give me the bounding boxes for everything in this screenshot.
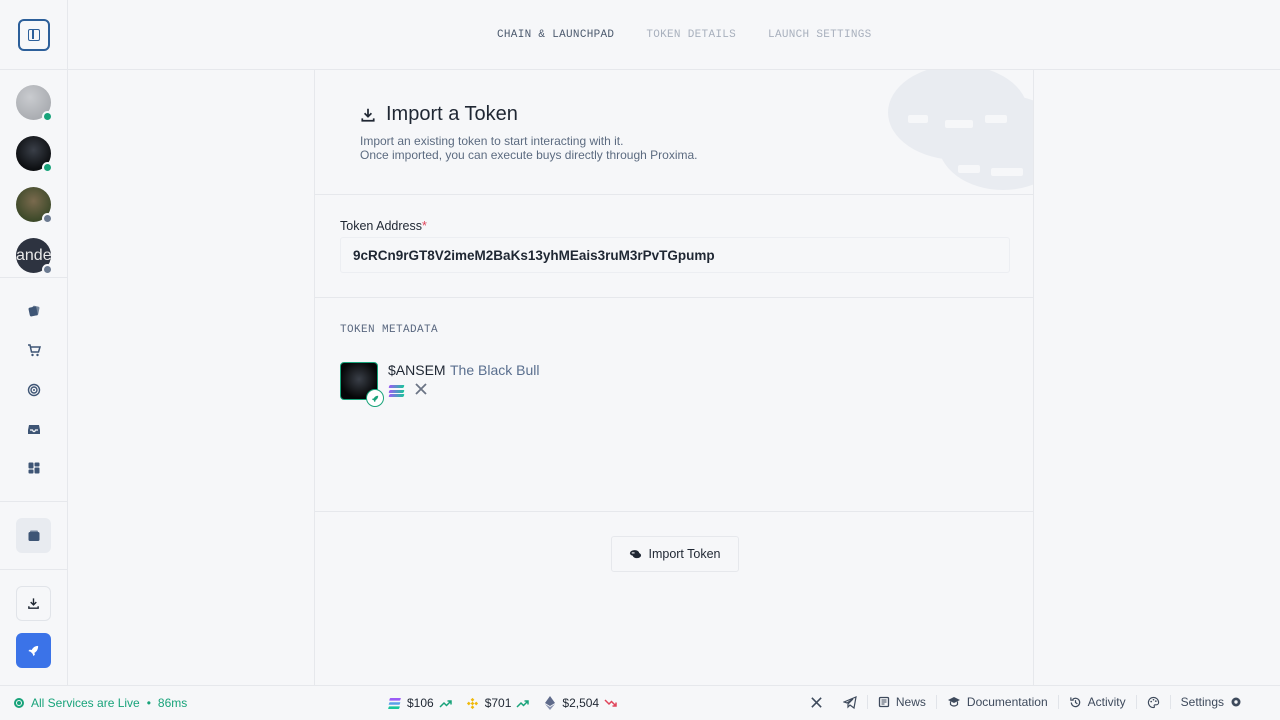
wallet-button[interactable] [16,518,51,553]
x-icon [811,696,822,708]
sidebar-divider [0,69,67,70]
token-link-badge-icon [366,389,384,407]
offline-status-dot [42,213,53,224]
news-link[interactable]: News [868,695,936,709]
download-icon [28,598,39,609]
x-icon[interactable] [414,382,428,400]
sidebar-divider [0,277,67,278]
sidebar-divider [0,569,67,570]
import-header: Import a Token Import an existing token … [315,70,1033,195]
ethereum-icon [543,696,557,710]
tab-chain-launchpad[interactable]: CHAIN & LAUNCHPAD [497,29,614,41]
sidebar-panel-icon [28,29,40,41]
palette-icon [1147,696,1159,708]
price-item: $2,504 [543,696,617,710]
dashboard-icon[interactable] [24,458,44,478]
trend-up-icon [439,699,452,708]
required-mark: * [422,219,427,233]
live-status-icon [14,698,24,708]
import-token-button[interactable]: Import Token [611,536,739,572]
telegram-link[interactable] [833,695,867,709]
status-bullet: • [146,696,151,710]
sidebar: ande [0,0,68,685]
gear-icon [1231,697,1241,707]
wallet-icon [28,530,39,541]
trend-down-icon [604,698,617,707]
avatar[interactable] [16,136,53,173]
avatar[interactable] [16,187,53,224]
token-metadata-heading: TOKEN METADATA [340,324,439,336]
price-item: $106 [388,696,452,710]
subtitle-line: Import an existing token to start intera… [360,134,624,148]
status-text: All Services are Live [31,696,140,710]
service-status: All Services are Live • 86ms [14,696,187,710]
settings-link[interactable]: Settings [1171,695,1252,709]
sidebar-divider [0,501,67,502]
step-tabs: CHAIN & LAUNCHPAD TOKEN DETAILS LAUNCH S… [497,29,872,41]
cart-icon[interactable] [24,340,44,360]
offline-status-dot [42,264,53,275]
section-divider [315,511,1033,512]
section-divider [315,297,1033,298]
ethereum-price: $2,504 [562,696,600,710]
trend-up-icon [516,699,530,708]
solana-price: $106 [407,696,434,710]
online-status-dot [42,162,53,173]
bnb-price: $701 [484,696,512,710]
avatar[interactable] [16,85,53,122]
theme-palette-button[interactable] [1137,696,1170,709]
news-icon [878,696,890,708]
token-address-label: Token Address* [340,219,427,233]
latency: 86ms [157,696,188,710]
activity-link[interactable]: Activity [1059,695,1136,709]
page-subtitle: Import an existing token to start intera… [360,134,698,162]
online-status-dot [42,111,53,122]
import-nav-button[interactable] [16,586,51,621]
telegram-icon [842,695,857,709]
subtitle-line: Once imported, you can execute buys dire… [360,148,698,162]
avatar[interactable]: ande [16,238,53,275]
download-icon [361,108,375,122]
launch-button[interactable] [16,633,51,668]
price-item: $701 [466,696,530,710]
inbox-icon[interactable] [24,419,44,439]
token-symbol: $ANSEM [388,362,446,378]
graduation-cap-icon [947,697,960,707]
token-name: The Black Bull [450,362,540,378]
price-ticker: $106 $701 $2,504 [388,696,617,710]
coins-icon [630,550,642,559]
tab-token-details[interactable]: TOKEN DETAILS [646,29,736,41]
x-link[interactable] [800,696,833,709]
history-icon [1069,696,1080,707]
solana-icon [388,696,402,710]
token-address-input[interactable] [340,237,1010,273]
rocket-icon [28,645,39,657]
page-title: Import a Token [386,103,518,125]
solana-icon [388,385,405,397]
footer-links: News Documentation Activity Settings [800,695,1252,709]
status-bar: All Services are Live • 86ms $106 $701 $… [0,685,1280,720]
import-panel: Import a Token Import an existing token … [314,70,1034,685]
tab-launch-settings[interactable]: LAUNCH SETTINGS [768,29,872,41]
cards-icon[interactable] [24,301,44,321]
top-bar: CHAIN & LAUNCHPAD TOKEN DETAILS LAUNCH S… [68,0,1280,70]
import-token-label: Import Token [648,547,721,561]
sidebar-toggle-button[interactable] [18,19,50,51]
radar-icon[interactable] [24,380,44,400]
bnb-icon [466,696,480,710]
documentation-link[interactable]: Documentation [937,695,1058,709]
